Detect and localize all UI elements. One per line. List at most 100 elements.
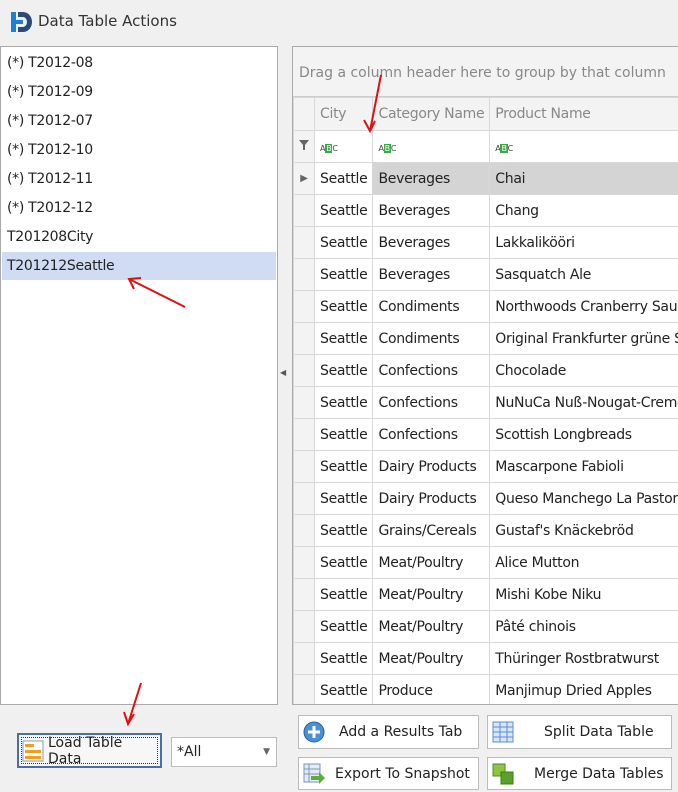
- grid-cell[interactable]: Seattle: [313, 674, 374, 704]
- table-row[interactable]: ▶ Seattle Beverages Chai: [293, 162, 678, 195]
- grid-cell[interactable]: Grains/Cereals: [372, 514, 491, 547]
- grid-cell[interactable]: Gustaf's Knäckebröd: [489, 514, 678, 547]
- grid-cell[interactable]: Seattle: [313, 610, 374, 643]
- grid-cell[interactable]: Seattle: [313, 290, 374, 323]
- grid-cell[interactable]: Condiments: [372, 290, 491, 323]
- table-list-item[interactable]: T201208City: [2, 223, 276, 251]
- table-list-item[interactable]: (*) T2012-08: [2, 49, 276, 77]
- grid-cell[interactable]: Meat/Poultry: [372, 578, 491, 611]
- grid-cell[interactable]: Seattle: [313, 226, 374, 259]
- grid-cell[interactable]: Queso Manchego La Pastora: [489, 482, 678, 515]
- grid-cell[interactable]: Produce: [372, 674, 491, 704]
- table-row[interactable]: Seattle Confections Scottish Longbreads: [293, 418, 678, 451]
- grid-cell[interactable]: Meat/Poultry: [372, 642, 491, 675]
- table-list-item[interactable]: (*) T2012-10: [2, 136, 276, 164]
- row-indicator[interactable]: [293, 322, 315, 355]
- grid-cell[interactable]: Thüringer Rostbratwurst: [489, 642, 678, 675]
- table-list-item[interactable]: T201212Seattle: [2, 252, 276, 280]
- table-row[interactable]: Seattle Grains/Cereals Gustaf's Knäckebröd: [293, 514, 678, 547]
- grid-cell[interactable]: Chocolade: [489, 354, 678, 387]
- table-row[interactable]: Seattle Condiments Original Frankfurter gr…: [293, 322, 678, 355]
- row-indicator[interactable]: [293, 578, 315, 611]
- filter-cell-city[interactable]: ABC: [313, 130, 374, 163]
- table-row[interactable]: Seattle Meat/Poultry Mishi Kobe Niku: [293, 578, 678, 611]
- grid-cell[interactable]: NuNuCa Nuß-Nougat-Creme: [489, 386, 678, 419]
- grid-cell[interactable]: Seattle: [313, 258, 374, 291]
- grid-cell[interactable]: Mascarpone Fabioli: [489, 450, 678, 483]
- grid-cell[interactable]: Seattle: [313, 514, 374, 547]
- grid-cell[interactable]: Pâté chinois: [489, 610, 678, 643]
- grid-cell[interactable]: Seattle: [313, 418, 374, 451]
- table-list[interactable]: (*) T2012-08 (*) T2012-09 (*) T2012-07 (*) …: [0, 46, 278, 705]
- grid-cell[interactable]: Seattle: [313, 162, 374, 195]
- grid-cell[interactable]: Seattle: [313, 642, 374, 675]
- grid-cell[interactable]: Chai: [489, 162, 678, 195]
- row-indicator[interactable]: [293, 226, 315, 259]
- table-row[interactable]: Seattle Dairy Products Queso Manchego La P…: [293, 482, 678, 515]
- table-row[interactable]: Seattle Confections Chocolade: [293, 354, 678, 387]
- row-indicator[interactable]: [293, 514, 315, 547]
- column-header-category[interactable]: Category Name: [372, 97, 491, 131]
- row-indicator[interactable]: [293, 354, 315, 387]
- table-row[interactable]: Seattle Meat/Poultry Thüringer Rostbratwur…: [293, 642, 678, 675]
- row-indicator[interactable]: [293, 642, 315, 675]
- filter-cell-product[interactable]: ABC: [489, 130, 678, 163]
- row-indicator[interactable]: [293, 674, 315, 704]
- table-row[interactable]: Seattle Dairy Products Mascarpone Fabioli: [293, 450, 678, 483]
- row-indicator[interactable]: [293, 290, 315, 323]
- table-row[interactable]: Seattle Meat/Poultry Pâté chinois: [293, 610, 678, 643]
- group-by-panel[interactable]: Drag a column header here to group by th…: [293, 47, 678, 97]
- grid-cell[interactable]: Scottish Longbreads: [489, 418, 678, 451]
- grid-cell[interactable]: Seattle: [313, 546, 374, 579]
- grid-cell[interactable]: Confections: [372, 386, 491, 419]
- data-grid[interactable]: Drag a column header here to group by th…: [292, 46, 678, 705]
- row-indicator[interactable]: [293, 418, 315, 451]
- grid-cell[interactable]: Seattle: [313, 354, 374, 387]
- grid-cell[interactable]: Sasquatch Ale: [489, 258, 678, 291]
- row-indicator[interactable]: [293, 258, 315, 291]
- grid-cell[interactable]: Confections: [372, 418, 491, 451]
- grid-cell[interactable]: Seattle: [313, 450, 374, 483]
- grid-cell[interactable]: Seattle: [313, 386, 374, 419]
- current-row-indicator-icon[interactable]: ▶: [293, 162, 315, 195]
- column-header-city[interactable]: City: [313, 97, 374, 131]
- table-row[interactable]: Seattle Condiments Northwoods Cranberry Sa…: [293, 290, 678, 323]
- grid-cell[interactable]: Seattle: [313, 578, 374, 611]
- table-list-item[interactable]: (*) T2012-09: [2, 78, 276, 106]
- row-indicator[interactable]: [293, 482, 315, 515]
- grid-cell[interactable]: Confections: [372, 354, 491, 387]
- grid-cell[interactable]: Seattle: [313, 482, 374, 515]
- add-results-tab-button[interactable]: Add a Results Tab: [298, 715, 479, 749]
- table-row[interactable]: Seattle Beverages Chang: [293, 194, 678, 227]
- grid-cell[interactable]: Condiments: [372, 322, 491, 355]
- grid-cell[interactable]: Chang: [489, 194, 678, 227]
- row-indicator[interactable]: [293, 386, 315, 419]
- export-to-snapshot-button[interactable]: Export To Snapshot: [298, 757, 479, 790]
- merge-data-tables-button[interactable]: Merge Data Tables: [487, 757, 672, 790]
- table-list-item[interactable]: (*) T2012-12: [2, 194, 276, 222]
- grid-cell[interactable]: Meat/Poultry: [372, 546, 491, 579]
- grid-cell[interactable]: Mishi Kobe Niku: [489, 578, 678, 611]
- table-row[interactable]: Seattle Meat/Poultry Alice Mutton: [293, 546, 678, 579]
- table-row[interactable]: Seattle Produce Manjimup Dried Apples: [293, 674, 678, 704]
- split-data-table-button[interactable]: Split Data Table: [487, 715, 672, 749]
- table-list-item[interactable]: (*) T2012-11: [2, 165, 276, 193]
- table-row[interactable]: Seattle Beverages Sasquatch Ale: [293, 258, 678, 291]
- grid-cell[interactable]: Seattle: [313, 194, 374, 227]
- grid-cell[interactable]: Beverages: [372, 194, 491, 227]
- row-indicator[interactable]: [293, 194, 315, 227]
- table-list-item[interactable]: (*) T2012-07: [2, 107, 276, 135]
- table-row[interactable]: Seattle Confections NuNuCa Nuß-Nougat-Crem…: [293, 386, 678, 419]
- grid-cell[interactable]: Lakkalikööri: [489, 226, 678, 259]
- grid-cell[interactable]: Manjimup Dried Apples: [489, 674, 678, 704]
- grid-cell[interactable]: Meat/Poultry: [372, 610, 491, 643]
- grid-cell[interactable]: Dairy Products: [372, 450, 491, 483]
- grid-cell[interactable]: Dairy Products: [372, 482, 491, 515]
- grid-cell[interactable]: Original Frankfurter grüne Soße: [489, 322, 678, 355]
- grid-cell[interactable]: Northwoods Cranberry Sauce: [489, 290, 678, 323]
- grid-cell[interactable]: Seattle: [313, 322, 374, 355]
- grid-cell[interactable]: Beverages: [372, 162, 491, 195]
- table-row[interactable]: Seattle Beverages Lakkalikööri: [293, 226, 678, 259]
- load-table-data-button[interactable]: Load Table Data: [17, 733, 162, 768]
- filter-cell-category[interactable]: ABC: [372, 130, 491, 163]
